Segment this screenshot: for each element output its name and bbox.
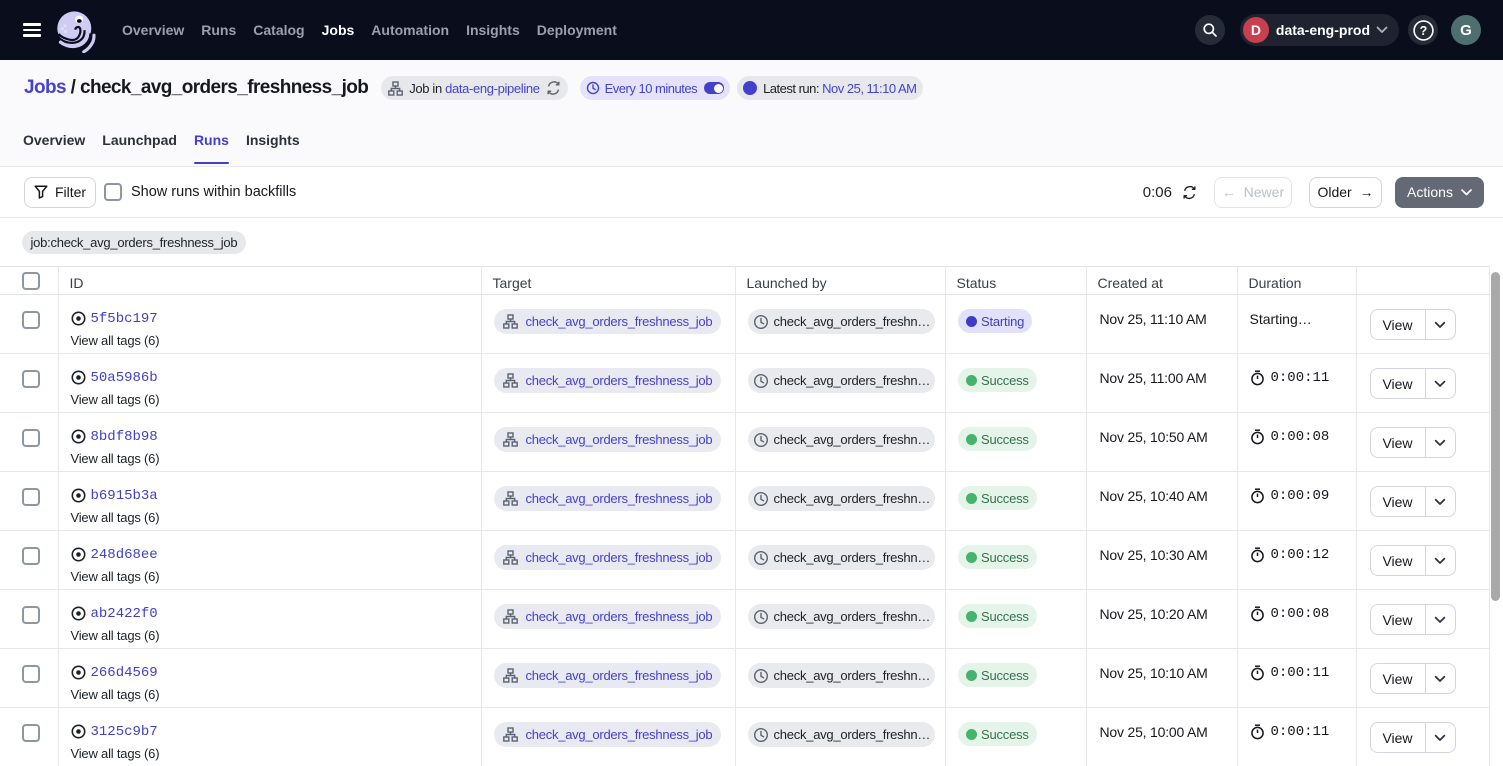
- svg-text:?: ?: [1419, 24, 1427, 38]
